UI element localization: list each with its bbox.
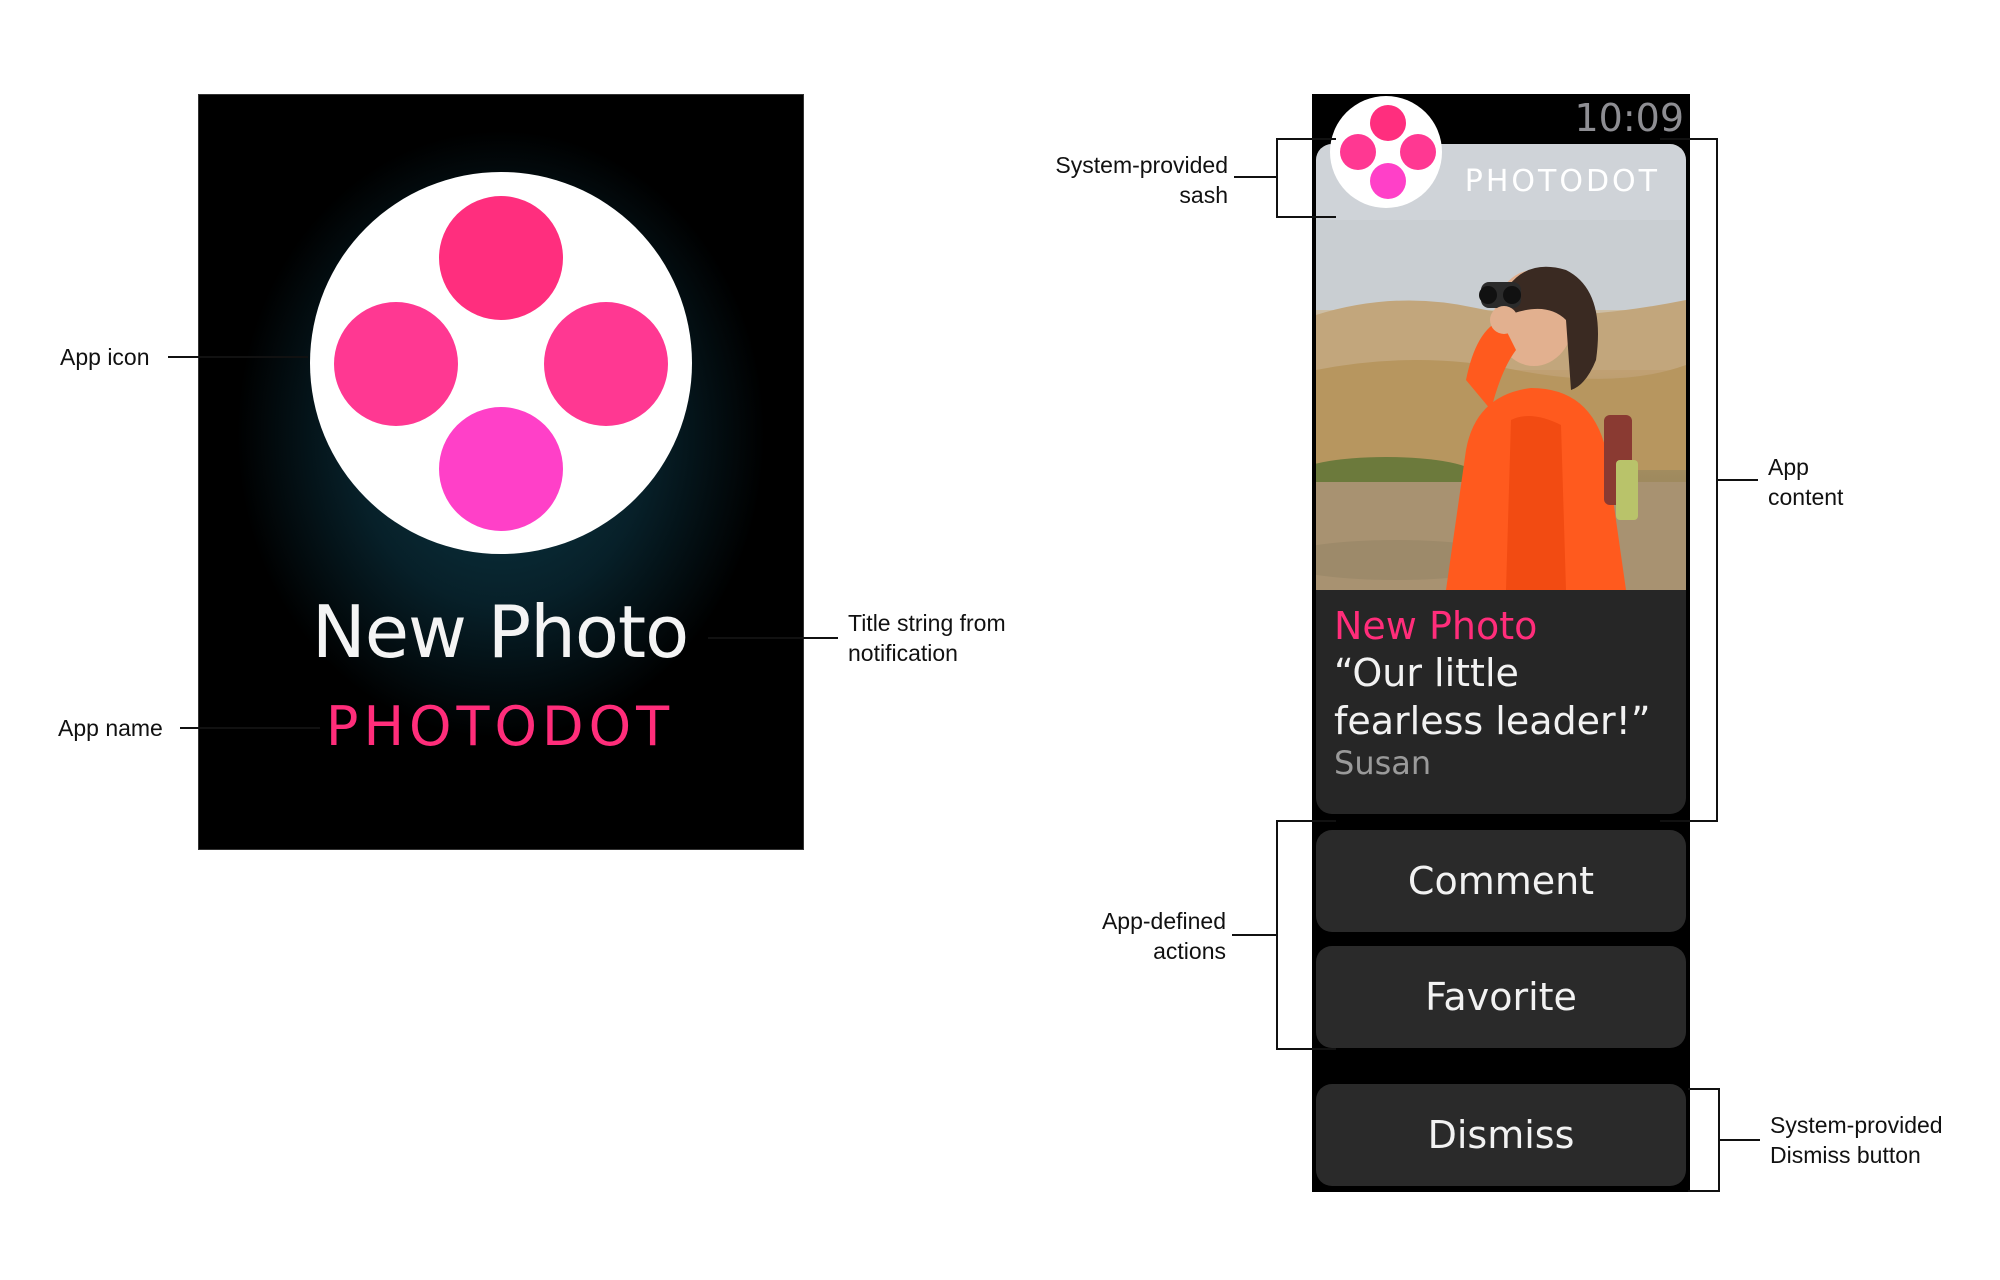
notification-message: “Our little fearless leader!” (1334, 651, 1651, 743)
small-icon-dot-left (1340, 134, 1376, 170)
sash-app-name: PHOTODOT (1464, 164, 1660, 199)
bracket-content-bottom (1660, 820, 1718, 822)
callout-app-icon: App icon (60, 344, 150, 370)
dismiss-button[interactable]: Dismiss (1316, 1084, 1686, 1186)
bracket-actions-bottom (1276, 1048, 1336, 1050)
bracket-content-top (1660, 138, 1718, 140)
bracket-actions-tick (1232, 934, 1276, 936)
notification-photo (1316, 220, 1686, 590)
icon-dot-top (439, 196, 563, 320)
icon-dot-bottom (439, 407, 563, 531)
bracket-content-tick (1716, 479, 1758, 481)
callout-sash-line2: sash (1179, 182, 1228, 208)
app-icon (310, 172, 692, 554)
bracket-sash-bottom (1276, 216, 1336, 218)
callout-dismiss-line1: System-provided (1770, 1112, 1943, 1138)
callout-app-content: App content (1768, 452, 1843, 512)
notification-card[interactable]: PHOTODOT New Photo “Our little fearless … (1316, 144, 1686, 814)
callout-app-actions-line1: App-defined (1101, 908, 1226, 934)
bracket-dismiss-bottom (1688, 1190, 1720, 1192)
callout-title-string-line1: Title string from (848, 610, 1006, 636)
bracket-sash-spine (1276, 138, 1278, 218)
small-icon-dot-bottom (1370, 163, 1406, 199)
callout-app-actions-line2: actions (1153, 938, 1226, 964)
callout-dismiss-button: System-provided Dismiss button (1770, 1110, 1943, 1170)
bracket-dismiss-tick (1718, 1139, 1760, 1141)
status-time: 10:09 (1574, 96, 1684, 140)
callout-app-name: App name (58, 715, 163, 741)
app-icon-small (1330, 96, 1442, 208)
favorite-button[interactable]: Favorite (1316, 946, 1686, 1048)
callout-title-string: Title string from notification (848, 608, 1006, 668)
short-look-title: New Photo (311, 590, 689, 674)
callout-dismiss-line2: Dismiss button (1770, 1142, 1921, 1168)
notification-sender: Susan (1334, 744, 1432, 782)
photo-illustration (1316, 220, 1686, 590)
bracket-actions-spine (1276, 820, 1278, 1050)
bracket-sash-tick (1234, 176, 1276, 178)
callout-sash-line1: System-provided (1055, 152, 1228, 178)
bracket-actions-top (1276, 820, 1336, 822)
callout-sash: System-provided sash (1000, 150, 1228, 210)
comment-button[interactable]: Comment (1316, 830, 1686, 932)
callout-line-app-name (180, 727, 320, 729)
small-icon-dot-right (1400, 134, 1436, 170)
callout-app-content-line1: App (1768, 454, 1809, 480)
callout-line-title-string (708, 637, 838, 639)
bracket-sash-top (1276, 138, 1336, 140)
small-icon-dot-top (1370, 105, 1406, 141)
callout-line-app-icon (168, 356, 308, 358)
callout-app-actions: App-defined actions (1000, 906, 1226, 966)
icon-dot-left (334, 302, 458, 426)
icon-dot-right (544, 302, 668, 426)
bracket-dismiss-top (1688, 1088, 1720, 1090)
callout-app-content-line2: content (1768, 484, 1844, 510)
callout-title-string-line2: notification (848, 640, 958, 666)
notification-title: New Photo (1334, 604, 1538, 648)
